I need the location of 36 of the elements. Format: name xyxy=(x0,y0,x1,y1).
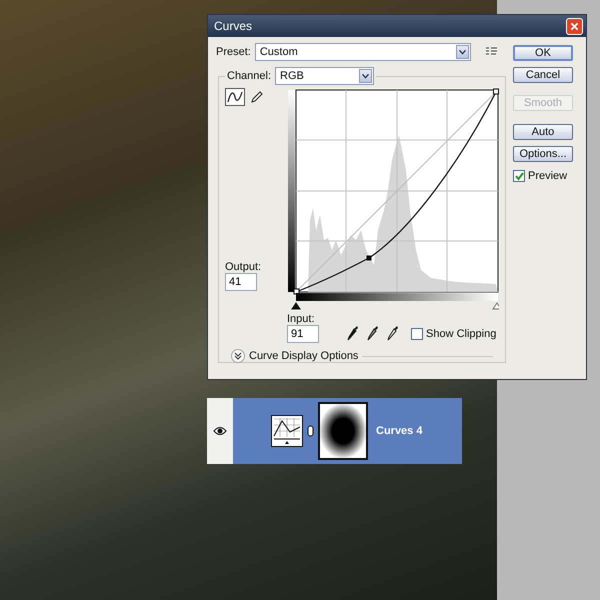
section-label[interactable]: Curve Display Options xyxy=(249,350,358,362)
slider-handle[interactable] xyxy=(492,302,499,310)
preset-dropdown[interactable]: Custom xyxy=(254,43,471,61)
input-slider[interactable] xyxy=(291,293,499,310)
mask-thumbnail xyxy=(318,402,368,460)
eyedropper-icon[interactable] xyxy=(367,325,379,341)
window-title: Curves xyxy=(214,19,252,33)
layer-name: Curves 4 xyxy=(376,425,422,437)
input-label: Input: xyxy=(287,313,316,325)
slider-handle[interactable] xyxy=(291,302,301,310)
output-field[interactable]: 41 xyxy=(225,273,257,291)
curve-point[interactable] xyxy=(493,88,499,94)
checkbox-label: Show Clipping xyxy=(426,328,496,340)
eyedropper-icon[interactable] xyxy=(347,325,359,341)
close-icon[interactable] xyxy=(566,18,583,34)
caret-icon[interactable] xyxy=(359,69,372,83)
caret-icon[interactable] xyxy=(456,45,469,59)
output-label: Output: xyxy=(225,261,262,273)
preset-label: Preset: xyxy=(216,46,251,58)
eye-icon[interactable] xyxy=(213,426,227,436)
checkbox[interactable] xyxy=(513,170,525,182)
dialog-button[interactable]: Cancel xyxy=(513,67,573,83)
channel-label: Channel: xyxy=(227,70,272,82)
checkbox-label: Preview xyxy=(528,170,568,182)
curve-tool-icon[interactable] xyxy=(225,88,245,106)
chevron-icon[interactable] xyxy=(231,349,245,363)
checkbox[interactable] xyxy=(411,328,423,340)
dialog-button[interactable]: OK xyxy=(513,45,573,61)
eyedropper-icon[interactable] xyxy=(387,325,399,341)
layer-row[interactable]: Curves 4 xyxy=(233,398,462,464)
channel-dropdown[interactable]: RGB xyxy=(275,67,374,85)
link-icon[interactable] xyxy=(307,425,314,437)
input-field[interactable]: 91 xyxy=(287,325,319,343)
curves-adjustment-icon xyxy=(271,415,303,447)
dialog-button[interactable]: Options... xyxy=(513,146,573,162)
dialog-button[interactable]: Auto xyxy=(513,124,573,140)
